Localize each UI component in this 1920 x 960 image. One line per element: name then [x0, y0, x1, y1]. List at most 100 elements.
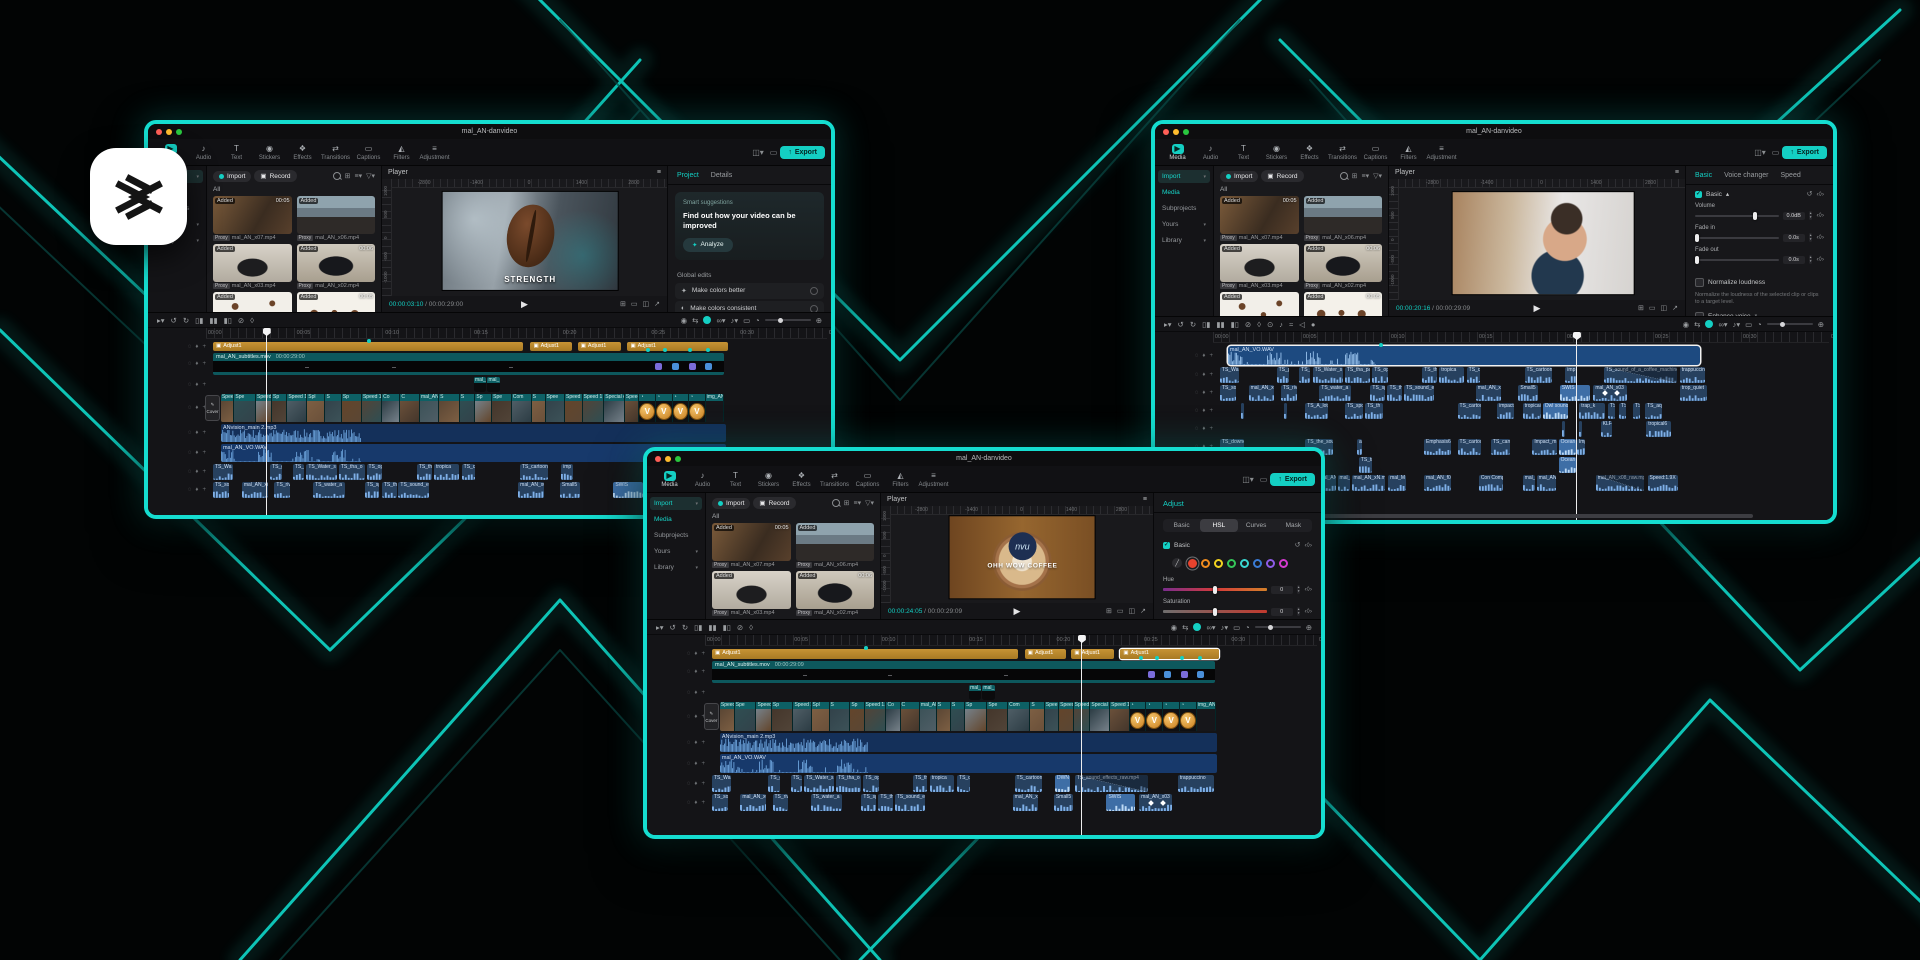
sort-icon[interactable]: ≡▾ [853, 499, 861, 507]
sfx-clip[interactable]: TS_cartoon_ [1525, 367, 1552, 383]
sfx-clip[interactable]: TS_opt [367, 464, 383, 480]
track-add-icon[interactable]: + [202, 361, 206, 367]
tab-basic[interactable]: Basic [1163, 519, 1200, 532]
sfx-clip[interactable]: Ocean Wav [1559, 439, 1576, 455]
video-segment[interactable]: Speed [1059, 702, 1074, 731]
video-segment[interactable]: Special effects - edit [1090, 702, 1110, 731]
track-add-icon[interactable]: + [1209, 390, 1213, 396]
zoom-in-icon[interactable]: ⊕ [816, 316, 822, 325]
sfx-clip[interactable]: TS_tha_o [339, 464, 365, 480]
toolbar-tab-media[interactable]: ▶Media [1161, 144, 1194, 161]
overlay-clip[interactable]: mal_ [969, 685, 981, 700]
toolbar-tab-transitions[interactable]: ⇄Transitions [818, 471, 851, 488]
eyedropper-icon[interactable]: ╱ [1172, 558, 1182, 568]
audio-tool-icon[interactable]: ⊙ [1267, 320, 1273, 329]
sfx-clip[interactable]: mal_AN_x [1537, 475, 1556, 491]
track-add-icon[interactable]: + [701, 690, 705, 696]
track-toggle-icon[interactable]: ◌ [687, 690, 691, 696]
main-video-track-clip[interactable]: ✎CoverSpeedSpeSpeedSpSpeed 1SplSSpSpeed … [720, 702, 1216, 731]
main-track-magnet-toggle[interactable] [1705, 320, 1713, 328]
track-mute-icon[interactable]: ♦ [694, 669, 697, 675]
sfx-clip[interactable] [1284, 403, 1287, 419]
select-tool[interactable]: ▸▾ [656, 623, 664, 632]
sfx-clip[interactable]: TS_opt [863, 775, 879, 792]
playhead[interactable] [1576, 332, 1577, 520]
check-row-enhance-voice[interactable]: Enhance voice▾ [1695, 312, 1824, 316]
video-segment[interactable]: Sp [272, 394, 287, 422]
main-track-magnet-toggle[interactable] [703, 316, 711, 324]
sfx-clip[interactable]: TS_aq [1645, 403, 1662, 419]
adjust-clip[interactable]: ▣Adjust1 [530, 342, 572, 351]
value-stepper[interactable]: ▴▾ [1297, 607, 1301, 616]
toolbar-tab-audio[interactable]: ♪Audio [1194, 144, 1227, 161]
filter-icon[interactable]: ▽▾ [865, 499, 874, 507]
sfx-clip[interactable]: TS_water_a [313, 482, 345, 498]
media-thumbnail[interactable]: Added00:06 [1304, 244, 1383, 282]
sfx-clip[interactable]: TS_th [878, 794, 893, 811]
color-swatch[interactable] [1279, 559, 1288, 568]
track-toggle-icon[interactable]: ◌ [1195, 408, 1199, 414]
sidebar-item-media[interactable]: Media [1158, 186, 1210, 199]
window-controls[interactable] [1155, 129, 1189, 135]
basic-checkbox[interactable]: ✓ [1695, 191, 1702, 198]
video-preview[interactable] [1453, 192, 1634, 294]
sfx-clip[interactable]: TS_cart [1491, 439, 1510, 455]
tab-voice-changer[interactable]: Voice changer [1724, 172, 1768, 179]
checkbox-unchecked[interactable] [1695, 278, 1704, 287]
media-item[interactable]: AddedProxymal_AN_x06.mp4 [796, 523, 875, 568]
mic-icon[interactable]: ◉ [1171, 623, 1178, 632]
sidebar-item-subprojects[interactable]: Subprojects [1158, 202, 1210, 215]
grid-view-icon[interactable]: ⊞ [844, 499, 850, 507]
subtitle-sticker-icon[interactable] [1197, 671, 1204, 678]
play-button[interactable]: ▶ [1014, 606, 1021, 617]
video-segment[interactable]: Spe [492, 394, 512, 422]
media-item[interactable]: AddedProxymal_AN_x06.mp4 [1304, 196, 1383, 241]
sfx-clip[interactable]: TS_o [791, 775, 802, 792]
color-swatch[interactable] [1240, 559, 1249, 568]
sidebar-item-library[interactable]: Library▾ [650, 561, 702, 574]
slider-thumb[interactable] [1695, 234, 1699, 242]
video-segment[interactable]: Com [512, 394, 532, 422]
media-thumbnail[interactable]: Added00:05 [1220, 196, 1299, 234]
track-toggle-icon[interactable]: ◌ [1195, 426, 1199, 432]
panel-toggle-icon[interactable]: ▭ [770, 148, 778, 157]
window-controls[interactable] [647, 456, 681, 462]
reset-icon[interactable]: ↺ [1295, 541, 1301, 549]
media-item[interactable]: Added00:06Proxymal_AN_x02.mp4 [297, 244, 376, 289]
track-add-icon[interactable]: + [1209, 408, 1213, 414]
toolbar-tab-stickers[interactable]: ◉Stickers [752, 471, 785, 488]
video-segment[interactable]: Speed 1 [793, 702, 811, 731]
sfx-clip[interactable]: trap_k [1579, 403, 1605, 419]
video-segment[interactable]: Speed [720, 702, 735, 731]
import-button[interactable]: Import [213, 171, 251, 182]
sfx-clip[interactable]: trop_quiet [1680, 385, 1707, 401]
media-thumbnail[interactable]: Added00:05 [213, 196, 292, 234]
toolbar-tab-audio[interactable]: ♪Audio [187, 144, 220, 161]
sfx-clip[interactable]: TS [1608, 403, 1615, 419]
track-toggle-icon[interactable]: ◌ [687, 800, 691, 806]
sfx-clip[interactable]: TS_Water_s [1313, 367, 1343, 383]
sfx-clip[interactable]: TS_g [768, 775, 780, 792]
track-add-icon[interactable]: + [701, 761, 705, 767]
video-segment[interactable]: S [830, 702, 851, 731]
media-item[interactable]: Added00:06Proxymal_AN_x02.mp4 [1304, 244, 1383, 289]
playhead[interactable] [266, 328, 267, 515]
keyframe-icon[interactable]: ‹◊› [1816, 256, 1824, 263]
adjust-clip[interactable]: ▣Adjust1 [213, 342, 523, 351]
sfx-clip[interactable]: mal_f [1338, 475, 1350, 491]
sfx-clip[interactable]: TS_soun [712, 794, 728, 811]
video-segment[interactable]: Sp [342, 394, 362, 422]
toolbar-tab-adjustment[interactable]: ≡Adjustment [917, 471, 950, 488]
track-toggle-icon[interactable]: ◌ [188, 382, 192, 388]
marker-button[interactable]: ◊ [1257, 320, 1261, 329]
media-thumbnail[interactable]: Added [1220, 292, 1299, 316]
track-mute-icon[interactable]: ♦ [195, 344, 198, 350]
subtitle-sticker-icon[interactable] [689, 363, 696, 370]
split-tool[interactable]: ▮▮ [1216, 320, 1224, 329]
window-controls[interactable] [148, 129, 182, 135]
slider-track[interactable] [1163, 610, 1267, 613]
grid-icon[interactable]: ⊞ [620, 300, 626, 308]
track-toggle-icon[interactable]: ◌ [687, 714, 691, 720]
slider-thumb[interactable] [1213, 608, 1217, 616]
sfx-clip[interactable] [1241, 403, 1244, 419]
